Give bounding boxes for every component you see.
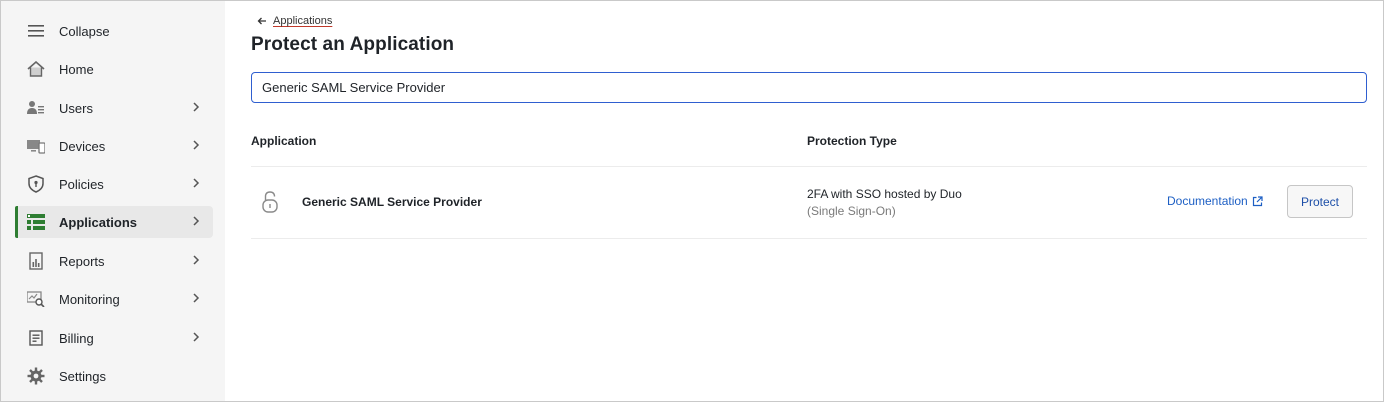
documentation-link-label: Documentation <box>1167 194 1248 208</box>
chevron-right-icon <box>193 140 200 150</box>
documentation-link[interactable]: Documentation <box>1167 194 1263 208</box>
chevron-right-icon <box>193 293 200 303</box>
sidebar-item-billing[interactable]: Billing <box>15 322 213 354</box>
sidebar-item-reports[interactable]: Reports <box>15 245 213 277</box>
gear-icon <box>27 367 45 385</box>
sidebar-item-label: Applications <box>59 214 138 230</box>
lock-icon <box>262 191 278 213</box>
sidebar-item-monitoring[interactable]: Monitoring <box>15 283 213 315</box>
column-header-protection-type: Protection Type <box>807 134 897 148</box>
chevron-right-icon <box>193 102 200 112</box>
divider <box>251 238 1367 239</box>
sidebar-item-devices[interactable]: Devices <box>15 130 213 162</box>
sidebar-item-policies[interactable]: Policies <box>15 168 213 200</box>
external-link-icon <box>1252 195 1263 206</box>
devices-icon <box>27 137 45 155</box>
sidebar-item-label: Policies <box>59 176 104 192</box>
sidebar-item-settings[interactable]: Settings <box>15 360 213 392</box>
chevron-right-icon <box>193 255 200 265</box>
page-title: Protect an Application <box>251 34 455 55</box>
sidebar-item-label: Collapse <box>59 23 110 39</box>
protection-type-detail: (Single Sign-On) <box>807 204 896 218</box>
billing-icon <box>27 329 45 347</box>
divider <box>251 166 1367 167</box>
sidebar-item-applications[interactable]: Applications <box>15 206 213 238</box>
breadcrumb: Applications <box>256 15 332 27</box>
protect-button[interactable]: Protect <box>1287 185 1353 218</box>
home-icon <box>27 60 45 78</box>
shield-icon <box>27 175 45 193</box>
sidebar-item-collapse[interactable]: Collapse <box>15 15 213 47</box>
sidebar-item-label: Devices <box>59 138 106 154</box>
sidebar-item-label: Settings <box>59 368 106 384</box>
applications-icon <box>27 213 45 231</box>
sidebar-item-label: Users <box>59 100 93 116</box>
search-input[interactable] <box>251 72 1367 103</box>
reports-icon <box>27 252 45 270</box>
monitoring-icon <box>27 290 45 308</box>
chevron-right-icon <box>193 178 200 188</box>
hamburger-icon <box>27 22 45 40</box>
arrow-left-icon <box>257 17 266 25</box>
breadcrumb-link-applications[interactable]: Applications <box>273 15 332 27</box>
column-header-application: Application <box>251 134 317 148</box>
application-name: Generic SAML Service Provider <box>302 195 482 209</box>
sidebar-item-users[interactable]: Users <box>15 92 213 124</box>
chevron-right-icon <box>193 216 200 226</box>
users-icon <box>27 99 45 117</box>
sidebar-nav: Collapse Home Users Devices Policies App… <box>1 1 225 401</box>
protection-type: 2FA with SSO hosted by Duo <box>807 187 962 201</box>
sidebar-item-label: Reports <box>59 253 105 269</box>
sidebar-item-label: Home <box>59 61 94 77</box>
sidebar-item-label: Billing <box>59 330 94 346</box>
sidebar-item-label: Monitoring <box>59 291 120 307</box>
sidebar-item-home[interactable]: Home <box>15 53 213 85</box>
chevron-right-icon <box>193 332 200 342</box>
